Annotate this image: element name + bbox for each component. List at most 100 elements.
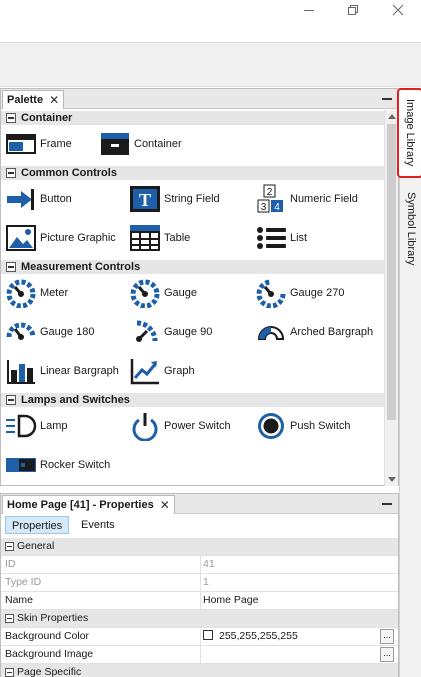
- tab-events[interactable]: Events: [75, 516, 121, 534]
- property-label: Background Image: [5, 648, 94, 660]
- close-icon[interactable]: ✕: [49, 92, 59, 109]
- category-label: Lamps and Switches: [21, 394, 130, 406]
- power-switch-icon: [129, 411, 161, 441]
- palette-content: Container Frame Container Common Control…: [1, 110, 384, 486]
- collapse-icon[interactable]: [5, 668, 14, 677]
- property-row-background-color[interactable]: Background Color 255,255,255,255 ...: [1, 628, 398, 646]
- palette-item-label: Button: [40, 193, 72, 205]
- palette-item-container[interactable]: Container: [99, 129, 182, 159]
- property-section-page-specific[interactable]: Page Specific: [1, 664, 398, 677]
- palette-item-arched-bargraph[interactable]: Arched Bargraph: [255, 317, 373, 347]
- property-row-name[interactable]: Name Home Page: [1, 592, 398, 610]
- numeric-digit: 4: [274, 202, 280, 213]
- properties-tab-label: Home Page [41] - Properties: [7, 498, 154, 511]
- palette-item-power-switch[interactable]: Power Switch: [129, 411, 231, 441]
- palette-item-gauge[interactable]: Gauge: [129, 278, 197, 308]
- collapse-icon[interactable]: [6, 168, 16, 178]
- category-common-controls[interactable]: Common Controls: [1, 166, 384, 180]
- palette-item-string-field[interactable]: T String Field: [129, 184, 220, 214]
- numeric-digit: 2: [267, 187, 273, 198]
- properties-panel: Home Page [41] - Properties ✕ Properties…: [0, 493, 399, 677]
- properties-tab-header: Home Page [41] - Properties ✕: [1, 494, 398, 514]
- minimize-icon[interactable]: [287, 0, 331, 24]
- collapse-icon[interactable]: [5, 614, 14, 623]
- close-icon[interactable]: [376, 0, 420, 24]
- numeric-digit: 3: [261, 202, 267, 213]
- scrollbar-thumb[interactable]: [387, 124, 396, 420]
- section-label: General: [17, 540, 55, 552]
- scroll-up-icon[interactable]: [388, 114, 396, 119]
- property-row-background-image[interactable]: Background Image ...: [1, 646, 398, 664]
- color-value: 255,255,255,255: [219, 630, 298, 642]
- palette-item-picture-graphic[interactable]: Picture Graphic: [5, 223, 116, 253]
- palette-item-numeric-field[interactable]: 234 Numeric Field: [255, 184, 358, 214]
- collapse-icon[interactable]: [6, 395, 16, 405]
- collapse-icon[interactable]: [6, 113, 16, 123]
- category-measurement-controls[interactable]: Measurement Controls: [1, 260, 384, 274]
- property-value[interactable]: 255,255,255,255: [203, 628, 298, 645]
- palette-item-table[interactable]: Table: [129, 223, 190, 253]
- category-container[interactable]: Container: [1, 111, 384, 125]
- palette-tab[interactable]: Palette ✕: [2, 90, 65, 109]
- properties-tab[interactable]: Home Page [41] - Properties ✕: [2, 495, 175, 514]
- ellipsis-button[interactable]: ...: [380, 647, 394, 662]
- property-row-type-id[interactable]: Type ID 1: [1, 574, 398, 592]
- palette-item-label: Gauge 180: [40, 326, 95, 338]
- palette-item-meter[interactable]: Meter: [5, 278, 68, 308]
- property-value[interactable]: Home Page: [203, 592, 258, 609]
- property-label: Name: [5, 594, 34, 606]
- tab-properties[interactable]: Properties: [5, 516, 70, 534]
- collapse-icon[interactable]: [6, 262, 16, 272]
- column-divider: [200, 646, 201, 664]
- minimize-panel-icon[interactable]: [382, 496, 392, 508]
- property-section-skin[interactable]: Skin Properties: [1, 610, 398, 628]
- palette-item-gauge-90[interactable]: Gauge 90: [129, 317, 212, 347]
- push-switch-icon: [255, 411, 287, 441]
- color-swatch[interactable]: [203, 630, 213, 640]
- palette-item-button[interactable]: Button: [5, 184, 72, 214]
- palette-item-label: Graph: [164, 365, 195, 377]
- property-row-id[interactable]: ID 41: [1, 556, 398, 574]
- arched-bargraph-icon: [255, 317, 287, 347]
- palette-item-label: Gauge: [164, 287, 198, 299]
- table-icon: [129, 223, 161, 253]
- tab-symbol-library[interactable]: Symbol Library: [401, 184, 421, 274]
- collapse-icon[interactable]: [5, 542, 14, 551]
- category-label: Measurement Controls: [21, 261, 141, 273]
- section-label: Page Specific: [17, 666, 82, 677]
- palette-panel: Palette ✕ Container Frame Container Comm…: [0, 88, 399, 486]
- close-icon[interactable]: ✕: [160, 497, 170, 514]
- column-divider: [200, 556, 201, 574]
- palette-item-label: Picture Graphic: [40, 232, 116, 244]
- column-divider: [200, 592, 201, 610]
- scroll-down-icon[interactable]: [388, 477, 396, 482]
- minimize-panel-icon[interactable]: [382, 91, 392, 103]
- picture-graphic-icon: [5, 223, 37, 253]
- ellipsis-button[interactable]: ...: [380, 629, 394, 644]
- palette-item-graph[interactable]: Graph: [129, 356, 195, 386]
- palette-item-list[interactable]: List: [255, 223, 307, 253]
- palette-item-label: List: [290, 232, 308, 244]
- palette-item-gauge-270[interactable]: Gauge 270: [255, 278, 344, 308]
- palette-item-gauge-180[interactable]: Gauge 180: [5, 317, 94, 347]
- palette-item-push-switch[interactable]: Push Switch: [255, 411, 351, 441]
- palette-tab-header: Palette ✕: [1, 89, 398, 109]
- category-lamps-and-switches[interactable]: Lamps and Switches: [1, 393, 384, 407]
- palette-item-rocker-switch[interactable]: Rocker Switch: [5, 450, 110, 480]
- tab-image-library[interactable]: Image Library: [397, 88, 421, 178]
- palette-scrollbar[interactable]: [384, 110, 398, 486]
- restore-icon[interactable]: [331, 0, 375, 24]
- container-icon: [99, 129, 131, 159]
- property-label: ID: [5, 558, 16, 570]
- category-label: Common Controls: [21, 167, 117, 179]
- toolbar-band: [0, 42, 421, 87]
- palette-item-frame[interactable]: Frame: [5, 129, 72, 159]
- section-label: Skin Properties: [17, 612, 89, 624]
- palette-item-lamp[interactable]: Lamp: [5, 411, 68, 441]
- palette-item-linear-bargraph[interactable]: Linear Bargraph: [5, 356, 119, 386]
- meter-icon: [5, 278, 37, 308]
- palette-item-label: Numeric Field: [290, 193, 358, 205]
- gauge-270-icon: [255, 278, 287, 308]
- property-section-general[interactable]: General: [1, 538, 398, 556]
- gauge-90-icon: [129, 317, 161, 347]
